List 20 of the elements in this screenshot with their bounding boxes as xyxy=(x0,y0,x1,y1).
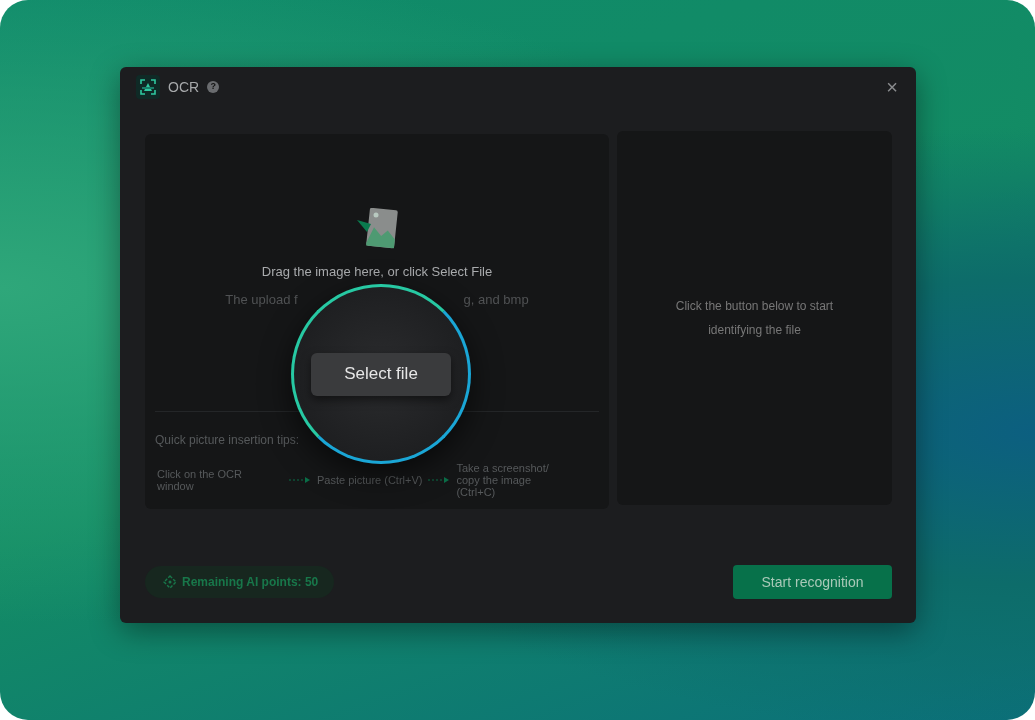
diamond-icon xyxy=(163,575,177,589)
upload-prompt: Drag the image here, or click Select File xyxy=(261,263,493,281)
tip-step: Click on the OCR window xyxy=(157,468,257,492)
tip-step: Paste picture (Ctrl+V) xyxy=(317,474,423,486)
dotted-arrow-icon xyxy=(289,476,311,484)
image-icon xyxy=(355,208,399,250)
tip-step: Take a screenshot/ copy the image (Ctrl+C) xyxy=(456,462,557,498)
format-hint: g, and bmp xyxy=(463,290,529,309)
upload-area[interactable]: Drag the image here, or click Select File The upload f g, and bmp Quick picture insertion tips: Click on the OCR window Paste picture (Ctrl+V) Take a screenshot/ copy the image (Ctrl+C) Select file xyxy=(145,134,609,509)
help-icon[interactable]: ? xyxy=(207,81,220,93)
select-file-button[interactable]: Select file xyxy=(311,352,451,396)
app-logo-icon xyxy=(136,75,160,99)
tips-title: Quick picture insertion tips: xyxy=(155,432,300,449)
start-recognition-button[interactable]: Start recognition xyxy=(733,565,892,599)
dotted-arrow-icon xyxy=(428,476,451,484)
result-area: Click the button below to start identifying the file xyxy=(617,131,892,505)
close-button[interactable]: × xyxy=(882,77,902,97)
ai-points-text: Remaining AI points: 50 xyxy=(182,574,319,591)
window-title: OCR xyxy=(168,77,200,97)
format-hint: The upload f xyxy=(225,290,298,309)
